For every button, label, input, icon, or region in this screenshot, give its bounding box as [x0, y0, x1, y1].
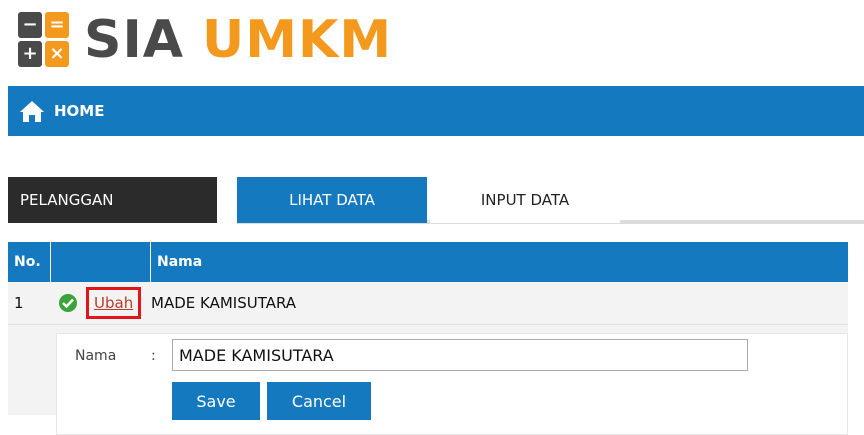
minus-symbol: − — [22, 14, 38, 35]
home-icon[interactable] — [18, 97, 46, 125]
home-link[interactable]: HOME — [54, 102, 104, 120]
app-title-umkm: UMKM — [202, 10, 393, 70]
calculator-icon: − = + × — [18, 12, 70, 68]
save-button[interactable]: Save — [172, 382, 260, 420]
app-logo: − = + × SIA UMKM — [18, 10, 392, 70]
tab-lihat-data[interactable]: LIHAT DATA — [237, 177, 427, 223]
home-navbar: HOME — [8, 86, 864, 136]
highlight-box: Ubah — [86, 287, 142, 319]
nama-label: Nama — [75, 348, 117, 364]
section-title: PELANGGAN — [8, 177, 217, 223]
cancel-button[interactable]: Cancel — [267, 382, 371, 420]
label-separator: : — [151, 348, 156, 364]
cell-action: Ubah — [51, 287, 151, 319]
table-header: No. Nama — [8, 242, 848, 282]
header-action — [51, 242, 151, 282]
cell-nama: MADE KAMISUTARA — [151, 294, 297, 312]
edit-link[interactable]: Ubah — [94, 294, 133, 312]
tab-input-data[interactable]: INPUT DATA — [430, 177, 620, 223]
customer-table: No. Nama 1 Ubah MADE KAMISUTARA Nama : S… — [8, 242, 848, 435]
table-row: 1 Ubah MADE KAMISUTARA — [8, 282, 848, 325]
header-nama: Nama — [157, 254, 203, 270]
header-no: No. — [8, 242, 51, 282]
app-title: SIA UMKM — [84, 10, 392, 70]
check-circle-icon — [59, 294, 77, 312]
edit-form: Nama : Save Cancel — [56, 333, 848, 435]
cell-no: 1 — [14, 294, 24, 312]
edit-row: Nama : Save Cancel — [8, 325, 848, 435]
nama-input[interactable] — [172, 339, 748, 371]
equals-symbol: = — [49, 14, 65, 35]
times-symbol: × — [49, 43, 65, 64]
app-title-sia: SIA — [84, 10, 185, 70]
plus-symbol: + — [22, 43, 38, 64]
